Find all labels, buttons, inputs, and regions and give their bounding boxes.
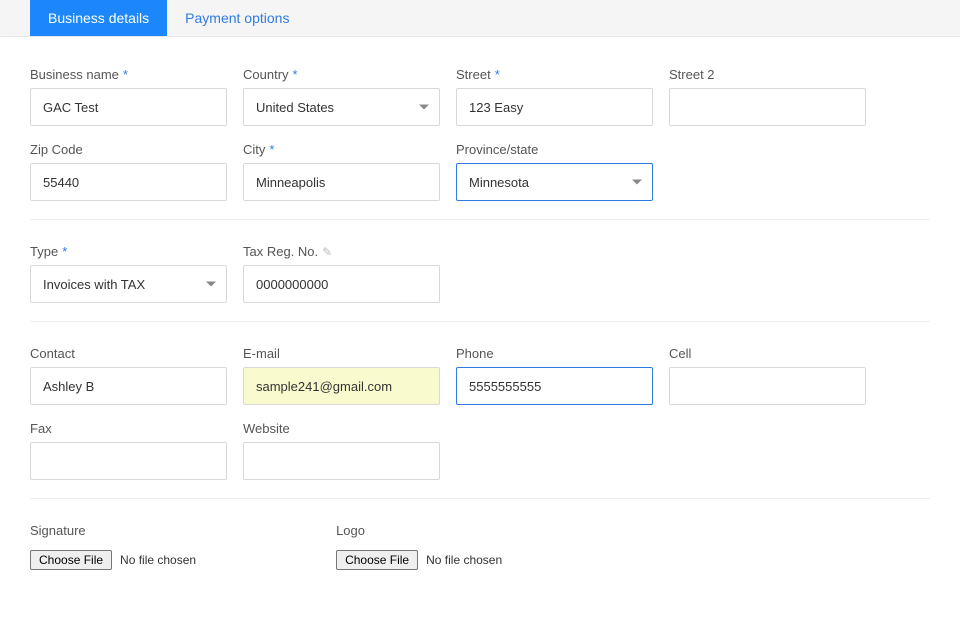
label-city: City *: [243, 142, 440, 157]
website-input[interactable]: [243, 442, 440, 480]
tax-reg-input[interactable]: [243, 265, 440, 303]
tab-business-details[interactable]: Business details: [30, 0, 167, 36]
city-input[interactable]: [243, 163, 440, 201]
type-select[interactable]: Invoices with TAX: [30, 265, 227, 303]
phone-input[interactable]: [456, 367, 653, 405]
pencil-icon[interactable]: ✎: [322, 245, 332, 259]
business-name-input[interactable]: [30, 88, 227, 126]
divider: [30, 498, 930, 499]
province-select[interactable]: Minnesota: [456, 163, 653, 201]
type-select-value: Invoices with TAX: [43, 277, 145, 292]
contact-input[interactable]: [30, 367, 227, 405]
logo-choose-file-button[interactable]: Choose File: [336, 550, 418, 570]
divider: [30, 219, 930, 220]
label-business-name: Business name *: [30, 67, 227, 82]
label-website: Website: [243, 421, 440, 436]
country-select[interactable]: United States: [243, 88, 440, 126]
label-street: Street *: [456, 67, 653, 82]
label-type: Type *: [30, 244, 227, 259]
label-zip: Zip Code: [30, 142, 227, 157]
label-fax: Fax: [30, 421, 227, 436]
label-phone: Phone: [456, 346, 653, 361]
label-cell: Cell: [669, 346, 866, 361]
signature-choose-file-button[interactable]: Choose File: [30, 550, 112, 570]
label-street2: Street 2: [669, 67, 866, 82]
chevron-down-icon: [419, 105, 429, 110]
label-contact: Contact: [30, 346, 227, 361]
fax-input[interactable]: [30, 442, 227, 480]
divider: [30, 321, 930, 322]
email-input[interactable]: [243, 367, 440, 405]
label-province: Province/state: [456, 142, 653, 157]
chevron-down-icon: [632, 180, 642, 185]
logo-file-status: No file chosen: [426, 553, 502, 567]
tab-payment-options[interactable]: Payment options: [167, 0, 307, 36]
street2-input[interactable]: [669, 88, 866, 126]
zip-input[interactable]: [30, 163, 227, 201]
label-signature: Signature: [30, 523, 196, 538]
label-tax-reg: Tax Reg. No. ✎: [243, 244, 440, 259]
label-logo: Logo: [336, 523, 502, 538]
chevron-down-icon: [206, 282, 216, 287]
label-email: E-mail: [243, 346, 440, 361]
country-select-value: United States: [256, 100, 334, 115]
tab-bar: Business details Payment options: [0, 0, 960, 37]
province-select-value: Minnesota: [469, 175, 529, 190]
label-country: Country *: [243, 67, 440, 82]
signature-file-status: No file chosen: [120, 553, 196, 567]
street-input[interactable]: [456, 88, 653, 126]
cell-input[interactable]: [669, 367, 866, 405]
